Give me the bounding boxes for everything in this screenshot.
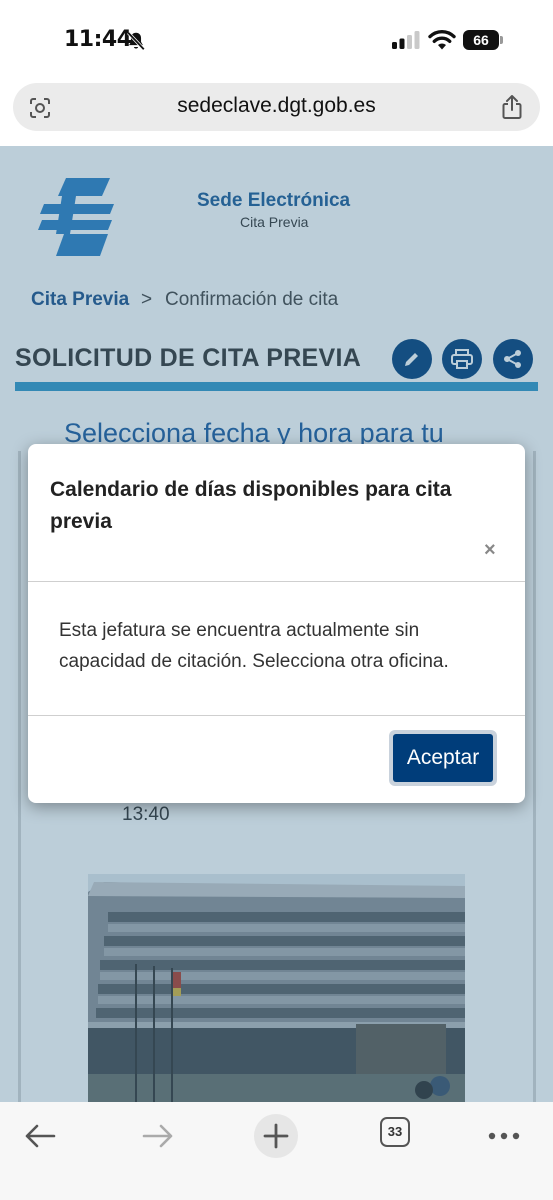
availability-modal: Calendario de días disponibles para cita…: [28, 444, 525, 803]
modal-title: Calendario de días disponibles para cita…: [50, 478, 452, 533]
battery-level: 66: [463, 30, 499, 50]
forward-button[interactable]: [136, 1114, 180, 1158]
modal-header-divider: [28, 581, 525, 582]
tab-switcher-button[interactable]: 33: [380, 1117, 410, 1147]
modal-message: Esta jefatura se encuentra actualmente s…: [59, 620, 449, 672]
accept-button-focus-ring: Aceptar: [389, 730, 497, 786]
accept-button[interactable]: Aceptar: [393, 734, 493, 782]
share-icon[interactable]: [500, 94, 524, 120]
status-time: 11:44: [64, 27, 132, 52]
arrow-right-icon: [142, 1124, 173, 1148]
modal-footer-divider: [28, 715, 525, 716]
battery-indicator: 66: [463, 30, 503, 50]
address-bar[interactable]: sedeclave.dgt.gob.es: [13, 83, 540, 131]
arrow-left-icon: [25, 1124, 56, 1148]
signal-icon: [392, 31, 420, 49]
browser-toolbar: 33: [0, 1102, 553, 1200]
battery-tip: [500, 36, 503, 44]
new-tab-button[interactable]: [254, 1114, 298, 1158]
status-bar: 11:44 66: [0, 0, 553, 82]
back-button[interactable]: [18, 1114, 62, 1158]
url-text[interactable]: sedeclave.dgt.gob.es: [13, 94, 540, 118]
bell-slash-icon: [127, 31, 145, 51]
plus-icon: [263, 1123, 289, 1149]
close-icon[interactable]: ×: [484, 539, 496, 562]
ellipsis-icon: [488, 1132, 520, 1140]
more-menu-button[interactable]: [482, 1114, 526, 1158]
wifi-icon: [428, 29, 456, 50]
